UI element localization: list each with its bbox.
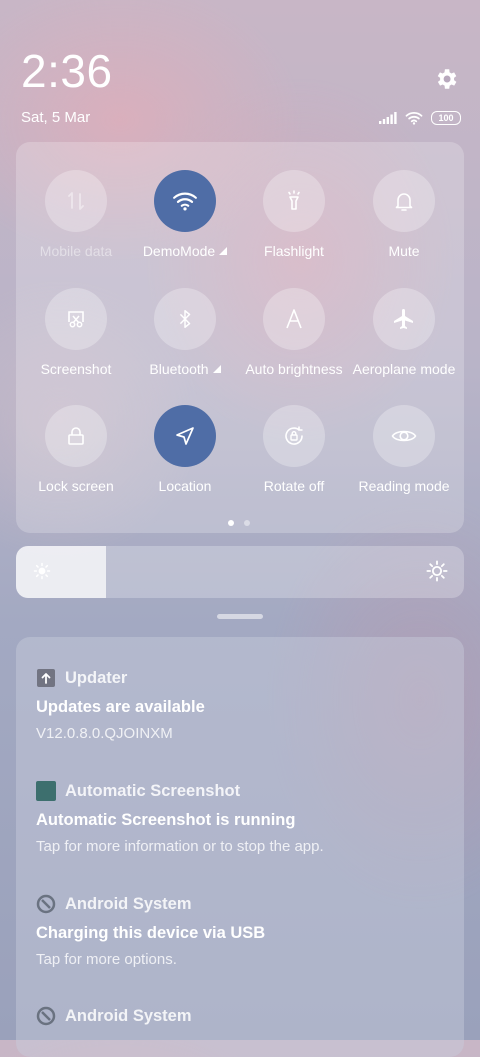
tile-reading-mode[interactable]: Reading mode [349,405,459,515]
tile-label: Flashlight [264,243,324,259]
notification-title: Updates are available [36,698,205,716]
tile-label: Lock screen [38,478,114,494]
settings-gear-icon[interactable] [433,66,459,92]
app-square-icon [36,781,56,801]
bell-icon [373,170,435,232]
notification-text: Tap for more information or to stop the … [36,838,324,855]
tile-mobile-data[interactable]: Mobile data [21,170,131,280]
tile-label: Location [158,478,212,494]
tile-label: Reading mode [358,478,450,494]
tile-label: Mobile data [39,243,113,259]
android-system-icon [36,894,56,914]
page-dot [244,520,250,526]
notification-panel: Updater Updates are available V12.0.8.0.… [16,637,464,1057]
wifi-icon [405,111,423,125]
battery-icon: 100 [431,111,461,125]
mobile-data-icon [45,170,107,232]
screenshot-icon [45,288,107,350]
tile-demomode[interactable]: DemoMode [130,170,240,280]
wifi-icon [154,170,216,232]
rotate-lock-icon [263,405,325,467]
page-dot [228,520,234,526]
eye-icon [373,405,435,467]
brightness-high-icon [426,560,448,582]
app-name: Android System [65,894,192,913]
location-icon [154,405,216,467]
tile-auto-brightness[interactable]: Auto brightness [239,288,349,398]
page-indicator [228,520,250,526]
android-system-icon [36,1006,56,1026]
notification-text: V12.0.8.0.QJOINXM [36,725,173,742]
clock: 2:36 [21,45,113,97]
expand-triangle-icon [219,247,228,255]
bluetooth-icon [154,288,216,350]
tile-label: DemoMode [142,243,216,259]
brightness-slider[interactable] [16,546,464,598]
upload-arrow-icon [36,668,56,688]
tile-aeroplane-mode[interactable]: Aeroplane mode [349,288,459,398]
tile-bluetooth[interactable]: Bluetooth [130,288,240,398]
tile-screenshot[interactable]: Screenshot [21,288,131,398]
drag-handle[interactable] [217,614,263,619]
notification-android-system[interactable]: Android System [36,1005,446,1027]
app-name: Updater [65,668,128,687]
app-name: Automatic Screenshot [65,781,241,800]
tile-label: Screenshot [40,361,112,377]
expand-triangle-icon [212,365,221,373]
notification-android-system-usb[interactable]: Android System Charging this device via … [36,893,446,969]
quick-settings-panel: Mobile data DemoMode Flashlight Mute Scr… [16,142,464,533]
tile-flashlight[interactable]: Flashlight [239,170,349,280]
tile-mute[interactable]: Mute [349,170,459,280]
brightness-fill [16,546,106,598]
notification-title: Charging this device via USB [36,924,266,942]
status-icons: 100 [379,109,461,127]
tile-rotate-off[interactable]: Rotate off [239,405,349,515]
tile-location[interactable]: Location [130,405,240,515]
airplane-icon [373,288,435,350]
date: Sat, 5 Mar [21,109,91,126]
auto-brightness-icon [263,288,325,350]
app-name: Android System [65,1006,192,1025]
lock-icon [45,405,107,467]
notification-updater[interactable]: Updater Updates are available V12.0.8.0.… [36,667,446,743]
tile-label: Auto brightness [245,361,343,377]
flashlight-icon [263,170,325,232]
tile-label: Bluetooth [149,361,209,377]
notification-automatic-screenshot[interactable]: Automatic Screenshot Automatic Screensho… [36,780,446,855]
tile-label: Rotate off [263,478,325,494]
tile-label: Mute [388,243,420,259]
notification-text: Tap for more options. [36,951,177,968]
tile-label: Aeroplane mode [352,361,456,377]
brightness-low-icon [33,562,51,580]
notification-title: Automatic Screenshot is running [36,811,296,829]
signal-icon [379,112,397,124]
tile-lock-screen[interactable]: Lock screen [21,405,131,515]
